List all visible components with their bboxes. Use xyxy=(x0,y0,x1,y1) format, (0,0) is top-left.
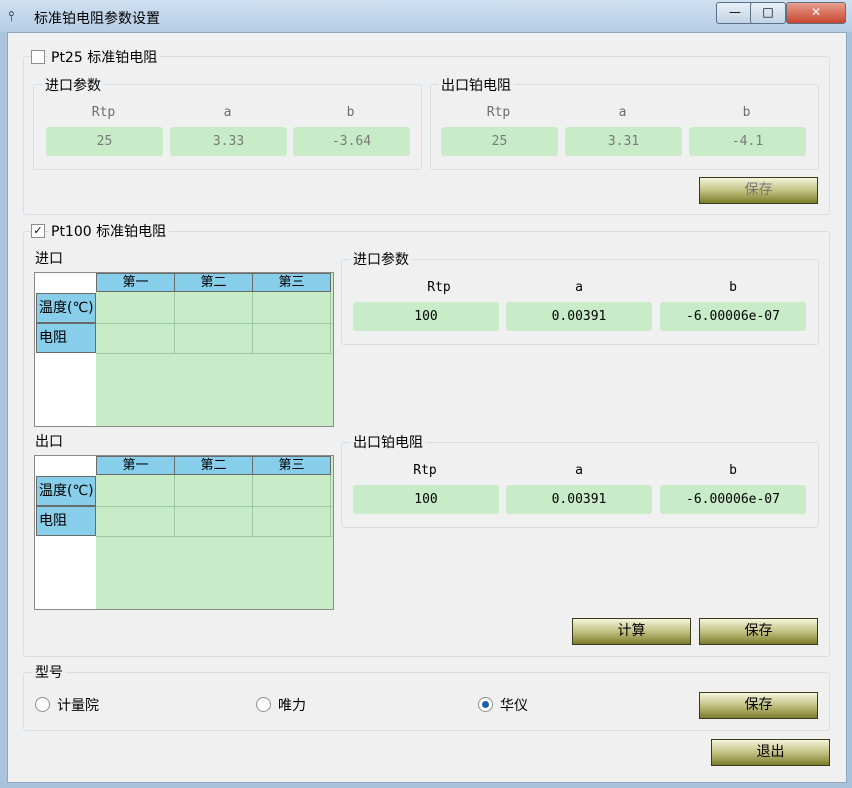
model-save-button[interactable]: 保存 xyxy=(699,692,818,719)
grid-row-header-temperature: 温度(℃) xyxy=(36,476,96,506)
pt25-checkbox[interactable] xyxy=(31,50,45,64)
pt25-inlet-b-field[interactable]: -3.64 xyxy=(293,127,410,156)
pt25-inlet-header-b: b xyxy=(346,105,355,120)
grid-col-header-1: 第一 xyxy=(96,273,175,292)
pt100-outlet-rtp-field[interactable]: 100 xyxy=(353,485,499,514)
pt100-inlet-label: 进口 xyxy=(35,251,63,267)
maximize-button[interactable]: □ xyxy=(750,2,786,24)
pt25-outlet-b-field[interactable]: -4.1 xyxy=(689,127,806,156)
dialog-body: Pt25 标准铂电阻 进口参数 Rtp a b 25 3.33 -3.64 出口… xyxy=(7,32,847,783)
exit-button[interactable]: 退出 xyxy=(711,739,830,766)
grid-background xyxy=(96,273,333,426)
pt100-inlet-header-a: a xyxy=(575,280,583,295)
pt100-outlet-header-rtp: Rtp xyxy=(413,463,437,478)
pt100-save-button[interactable]: 保存 xyxy=(699,618,818,645)
pt25-outlet-header-b: b xyxy=(742,105,751,120)
grid-line xyxy=(96,323,332,324)
pt100-outlet-title: 出口铂电阻 xyxy=(350,432,426,452)
pt25-outlet-title: 出口铂电阻 xyxy=(438,75,514,95)
grid-row-header-resistance: 电阻 xyxy=(36,506,96,536)
close-button[interactable]: ✕ xyxy=(786,2,846,24)
pt25-inlet-rtp-field[interactable]: 25 xyxy=(46,127,163,156)
pt100-inlet-a-field[interactable]: 0.00391 xyxy=(506,302,652,331)
pt25-outlet-header-a: a xyxy=(618,105,627,120)
grid-row-header-temperature: 温度(℃) xyxy=(36,293,96,323)
minimize-button[interactable]: — xyxy=(716,2,754,24)
model-option-label: 唯力 xyxy=(278,698,306,714)
title-bar: ⫯ 标准铂电阻参数设置 — □ ✕ xyxy=(0,0,852,32)
radio-selected-dot xyxy=(482,701,489,708)
pt100-inlet-rtp-field[interactable]: 100 xyxy=(353,302,499,331)
pt100-inlet-header-rtp: Rtp xyxy=(427,280,451,295)
grid-col-header-3: 第三 xyxy=(252,456,331,475)
pt100-outlet-grid[interactable]: 第一 第二 第三 温度(℃) 电阻 xyxy=(34,455,334,610)
application-window: ⫯ 标准铂电阻参数设置 — □ ✕ Pt25 标准铂电阻 进口参数 Rtp a … xyxy=(0,0,852,788)
grid-col-header-1: 第一 xyxy=(96,456,175,475)
model-radio-huayi[interactable] xyxy=(478,697,493,712)
grid-col-header-2: 第二 xyxy=(174,273,253,292)
model-radio-jiliangyuan[interactable] xyxy=(35,697,50,712)
grid-background xyxy=(96,456,333,609)
pt25-outlet-a-field[interactable]: 3.31 xyxy=(565,127,682,156)
grid-line xyxy=(96,353,332,354)
pt25-inlet-header-rtp: Rtp xyxy=(91,105,116,120)
pt100-outlet-header-a: a xyxy=(575,463,583,478)
grid-line xyxy=(96,536,332,537)
pt100-inlet-title: 进口参数 xyxy=(350,249,412,269)
grid-col-header-2: 第二 xyxy=(174,456,253,475)
pt25-outlet-rtp-field[interactable]: 25 xyxy=(441,127,558,156)
model-radio-weili[interactable] xyxy=(256,697,271,712)
grid-line xyxy=(96,506,332,507)
model-title: 型号 xyxy=(32,662,66,682)
pt25-outlet-header-rtp: Rtp xyxy=(486,105,511,120)
grid-col-header-3: 第三 xyxy=(252,273,331,292)
grid-row-header-resistance: 电阻 xyxy=(36,323,96,353)
pt100-outlet-header-b: b xyxy=(729,463,737,478)
window-title: 标准铂电阻参数设置 xyxy=(34,11,160,27)
pt25-save-button[interactable]: 保存 xyxy=(699,177,818,204)
pt100-checkbox-label: Pt100 标准铂电阻 xyxy=(48,221,170,241)
calculate-button[interactable]: 计算 xyxy=(572,618,691,645)
pt25-inlet-title: 进口参数 xyxy=(42,75,104,95)
pt25-checkbox-label: Pt25 标准铂电阻 xyxy=(48,47,161,67)
pt25-inlet-header-a: a xyxy=(223,105,232,120)
pt100-outlet-a-field[interactable]: 0.00391 xyxy=(506,485,652,514)
model-option-label: 计量院 xyxy=(57,698,99,714)
pt100-inlet-header-b: b xyxy=(729,280,737,295)
app-icon: ⫯ xyxy=(8,9,15,25)
pt100-inlet-b-field[interactable]: -6.00006e-07 xyxy=(660,302,806,331)
pt25-inlet-a-field[interactable]: 3.33 xyxy=(170,127,287,156)
pt100-inlet-grid[interactable]: 第一 第二 第三 温度(℃) 电阻 xyxy=(34,272,334,427)
pt100-outlet-label: 出口 xyxy=(35,434,63,450)
pt100-checkbox[interactable]: ✓ xyxy=(31,224,45,238)
model-option-label: 华仪 xyxy=(500,698,528,714)
pt100-outlet-b-field[interactable]: -6.00006e-07 xyxy=(660,485,806,514)
